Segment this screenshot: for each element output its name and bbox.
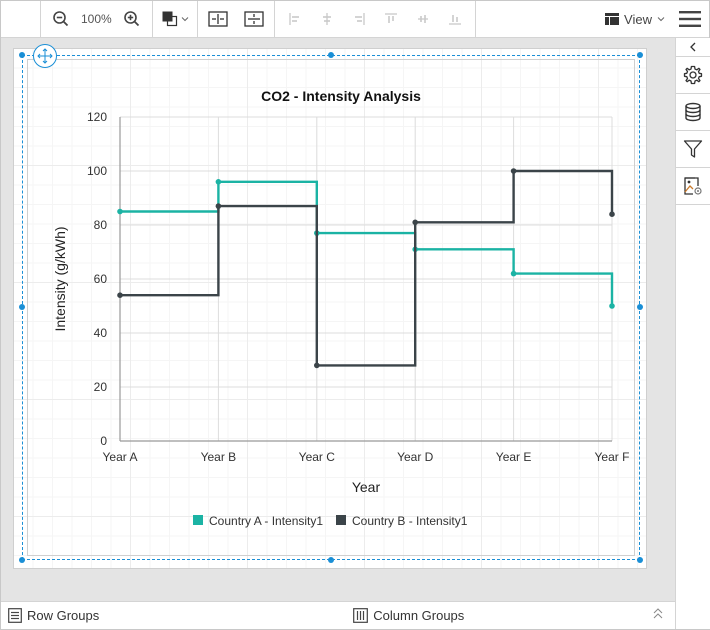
chart[interactable]: CO2 - Intensity Analysis 0 20 40 60 80 100 120… (1, 1, 675, 601)
x-tick-label: Year C (299, 450, 336, 464)
legend-label: Country A - Intensity1 (209, 514, 323, 528)
y-tick-label: 80 (94, 218, 108, 232)
chart-title: CO2 - Intensity Analysis (261, 88, 421, 104)
groups-bar: Row Groups Column Groups (1, 601, 675, 629)
hamburger-menu-icon (679, 11, 701, 27)
x-tick-label: Year F (595, 450, 630, 464)
report-designer: 100% View CO2 - Intensity Analysis 0 20 … (0, 0, 710, 630)
row-groups-icon (8, 608, 22, 623)
x-axis-ticks: Year A Year B Year C Year D Year E Year F (103, 450, 630, 464)
gridlines (119, 116, 613, 442)
y-tick-label: 40 (94, 326, 108, 340)
data-point (215, 203, 222, 209)
x-tick-label: Year D (397, 450, 434, 464)
column-groups-button[interactable]: Column Groups (353, 608, 464, 623)
column-groups-label: Column Groups (373, 608, 465, 623)
x-axis-title: Year (352, 479, 381, 495)
data-point (609, 303, 615, 309)
data-point (215, 179, 222, 185)
double-chevron-up-icon (653, 608, 663, 619)
legend-swatch (336, 515, 346, 525)
gear-icon (683, 65, 703, 85)
database-icon (685, 102, 701, 122)
series-line-country-a (120, 180, 614, 306)
series-group (117, 168, 615, 369)
x-tick-label: Year E (496, 450, 532, 464)
y-axis-ticks: 0 20 40 60 80 100 120 (87, 110, 107, 448)
properties-button[interactable] (676, 57, 710, 94)
data-point (117, 292, 123, 299)
y-tick-label: 20 (94, 380, 108, 394)
x-tick-label: Year B (201, 450, 237, 464)
series-line-country-b (120, 169, 614, 367)
data-point (314, 362, 320, 369)
column-groups-icon (353, 608, 369, 623)
y-tick-label: 60 (94, 272, 108, 286)
collapse-panel-button[interactable] (676, 38, 710, 57)
filter-button[interactable] (676, 131, 710, 168)
y-tick-label: 100 (87, 164, 107, 178)
main-menu-button[interactable] (675, 4, 705, 34)
row-groups-label: Row Groups (27, 608, 100, 623)
image-settings-icon (684, 177, 702, 195)
x-tick-label: Year A (103, 450, 138, 464)
chevron-left-icon (690, 42, 696, 52)
data-point (117, 208, 123, 215)
data-point (510, 168, 517, 174)
right-panel (675, 38, 710, 629)
filter-icon (683, 140, 703, 158)
legend: Country A - Intensity1 Country B - Intens… (193, 514, 468, 528)
data-point (412, 219, 419, 226)
expand-groups-button[interactable] (653, 608, 663, 623)
legend-label: Country B - Intensity1 (352, 514, 468, 528)
row-groups-button[interactable]: Row Groups (8, 608, 99, 623)
legend-swatch (193, 515, 203, 525)
image-settings-button[interactable] (676, 168, 710, 205)
data-point (510, 270, 517, 277)
y-axis-title: Intensity (g/kWh) (52, 226, 68, 331)
y-tick-label: 120 (87, 110, 107, 124)
y-tick-label: 0 (100, 434, 107, 448)
data-point (609, 211, 615, 217)
data-button[interactable] (676, 94, 710, 131)
